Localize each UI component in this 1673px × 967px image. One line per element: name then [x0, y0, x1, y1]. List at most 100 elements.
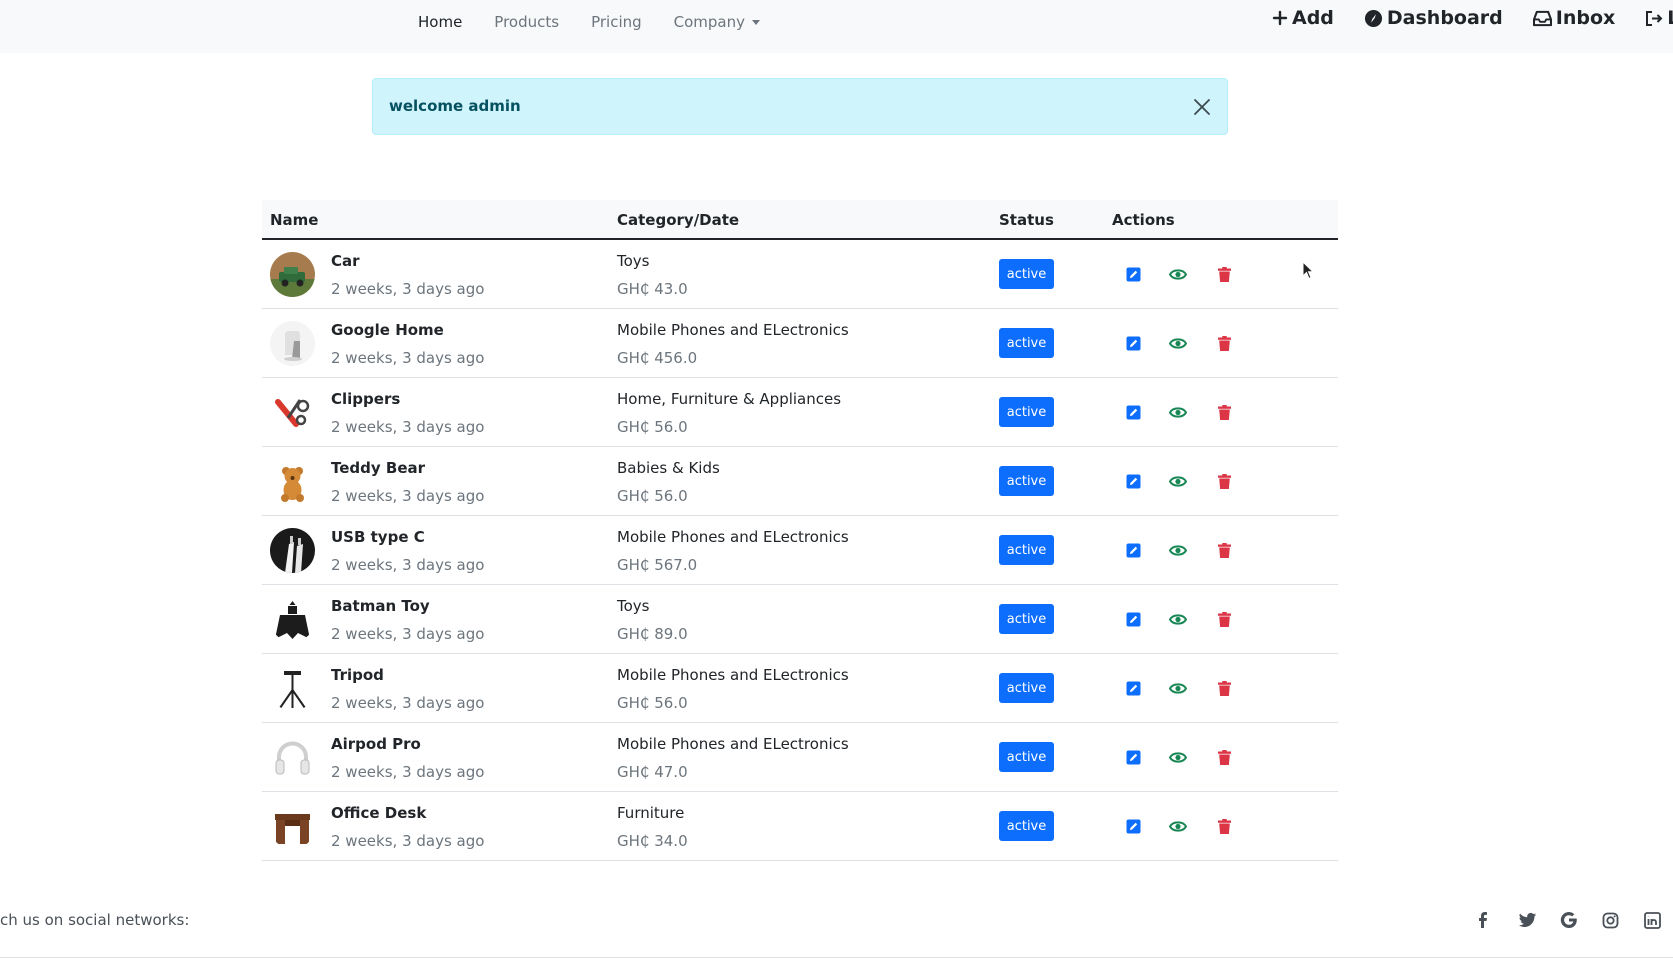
caret-down-icon: [752, 19, 761, 25]
top-navbar: Home Products Pricing Company Add Dashbo…: [0, 0, 1673, 53]
instagram-icon[interactable]: [1602, 910, 1644, 930]
welcome-alert: welcome admin: [372, 78, 1228, 135]
product-thumbnail[interactable]: [270, 735, 315, 780]
view-eye-icon[interactable]: [1169, 610, 1187, 628]
delete-trash-icon[interactable]: [1215, 334, 1233, 352]
status-badge[interactable]: active: [999, 328, 1054, 358]
delete-trash-icon[interactable]: [1215, 403, 1233, 421]
product-thumbnail[interactable]: [270, 804, 315, 849]
product-date: 2 weeks, 3 days ago: [331, 418, 485, 436]
edit-icon[interactable]: [1124, 748, 1142, 766]
delete-trash-icon[interactable]: [1215, 541, 1233, 559]
facebook-icon[interactable]: [1476, 910, 1518, 930]
status-badge[interactable]: active: [999, 673, 1054, 703]
main-nav: Home Products Pricing Company: [418, 0, 792, 44]
product-date: 2 weeks, 3 days ago: [331, 280, 485, 298]
products-table: Name Category/Date Status Actions Car 2 w…: [262, 200, 1338, 861]
view-eye-icon[interactable]: [1169, 472, 1187, 490]
product-price: GH₵ 47.0: [617, 763, 688, 781]
status-badge[interactable]: active: [999, 259, 1054, 289]
product-thumbnail[interactable]: [270, 459, 315, 504]
product-thumbnail[interactable]: [270, 597, 315, 642]
plus-icon: [1272, 10, 1288, 26]
delete-trash-icon[interactable]: [1215, 610, 1233, 628]
dashboard-label: Dashboard: [1386, 7, 1503, 29]
social-links: [1476, 910, 1673, 930]
google-icon[interactable]: [1560, 910, 1602, 930]
status-badge[interactable]: active: [999, 466, 1054, 496]
product-price: GH₵ 56.0: [617, 487, 688, 505]
status-badge[interactable]: active: [999, 742, 1054, 772]
inbox-button[interactable]: Inbox: [1532, 7, 1615, 29]
product-thumbnail[interactable]: [270, 390, 315, 435]
product-category: Toys: [617, 597, 650, 615]
table-row: Car 2 weeks, 3 days ago Toys GH₵ 43.0 active: [262, 240, 1338, 309]
product-date: 2 weeks, 3 days ago: [331, 694, 485, 712]
view-eye-icon[interactable]: [1169, 265, 1187, 283]
product-name[interactable]: Office Desk: [331, 804, 426, 822]
product-date: 2 weeks, 3 days ago: [331, 763, 485, 781]
product-date: 2 weeks, 3 days ago: [331, 487, 485, 505]
logout-button[interactable]: Lo: [1645, 7, 1673, 29]
status-badge[interactable]: active: [999, 604, 1054, 634]
product-category: Mobile Phones and ELectronics: [617, 321, 849, 339]
add-button[interactable]: Add: [1272, 7, 1334, 29]
product-thumbnail[interactable]: [270, 666, 315, 711]
product-name[interactable]: Car: [331, 252, 360, 270]
product-name[interactable]: Clippers: [331, 390, 400, 408]
product-category: Mobile Phones and ELectronics: [617, 735, 849, 753]
close-icon[interactable]: [1192, 97, 1212, 117]
edit-icon[interactable]: [1124, 541, 1142, 559]
status-badge[interactable]: active: [999, 535, 1054, 565]
footer-divider: [0, 957, 1673, 958]
edit-icon[interactable]: [1124, 334, 1142, 352]
product-name[interactable]: Teddy Bear: [331, 459, 425, 477]
nav-company-dropdown[interactable]: Company: [673, 13, 761, 31]
product-name[interactable]: Tripod: [331, 666, 384, 684]
view-eye-icon[interactable]: [1169, 403, 1187, 421]
product-thumbnail[interactable]: [270, 528, 315, 573]
product-price: GH₵ 43.0: [617, 280, 688, 298]
edit-icon[interactable]: [1124, 472, 1142, 490]
table-header: Name Category/Date Status Actions: [262, 200, 1338, 240]
product-price: GH₵ 56.0: [617, 694, 688, 712]
product-price: GH₵ 34.0: [617, 832, 688, 850]
edit-icon[interactable]: [1124, 403, 1142, 421]
header-actions: Actions: [1112, 211, 1175, 229]
product-name[interactable]: Batman Toy: [331, 597, 430, 615]
product-name[interactable]: Airpod Pro: [331, 735, 421, 753]
product-thumbnail[interactable]: [270, 321, 315, 366]
delete-trash-icon[interactable]: [1215, 817, 1233, 835]
view-eye-icon[interactable]: [1169, 679, 1187, 697]
table-row: Batman Toy 2 weeks, 3 days ago Toys GH₵ 89.…: [262, 585, 1338, 654]
delete-trash-icon[interactable]: [1215, 472, 1233, 490]
edit-icon[interactable]: [1124, 817, 1142, 835]
nav-pricing-link[interactable]: Pricing: [591, 13, 642, 31]
product-category: Babies & Kids: [617, 459, 720, 477]
edit-icon[interactable]: [1124, 610, 1142, 628]
delete-trash-icon[interactable]: [1215, 265, 1233, 283]
view-eye-icon[interactable]: [1169, 817, 1187, 835]
view-eye-icon[interactable]: [1169, 541, 1187, 559]
product-thumbnail[interactable]: [270, 252, 315, 297]
delete-trash-icon[interactable]: [1215, 679, 1233, 697]
nav-products-link[interactable]: Products: [494, 13, 559, 31]
product-date: 2 weeks, 3 days ago: [331, 556, 485, 574]
status-badge[interactable]: active: [999, 811, 1054, 841]
view-eye-icon[interactable]: [1169, 334, 1187, 352]
linkedin-icon[interactable]: [1644, 910, 1673, 930]
edit-icon[interactable]: [1124, 265, 1142, 283]
header-status: Status: [999, 211, 1054, 229]
nav-company-label: Company: [673, 13, 746, 31]
delete-trash-icon[interactable]: [1215, 748, 1233, 766]
header-name: Name: [270, 211, 319, 229]
status-badge[interactable]: active: [999, 397, 1054, 427]
edit-icon[interactable]: [1124, 679, 1142, 697]
product-name[interactable]: Google Home: [331, 321, 444, 339]
dashboard-button[interactable]: Dashboard: [1364, 7, 1503, 29]
product-date: 2 weeks, 3 days ago: [331, 832, 485, 850]
view-eye-icon[interactable]: [1169, 748, 1187, 766]
twitter-icon[interactable]: [1518, 910, 1560, 930]
product-name[interactable]: USB type C: [331, 528, 425, 546]
nav-home-link[interactable]: Home: [418, 13, 462, 31]
